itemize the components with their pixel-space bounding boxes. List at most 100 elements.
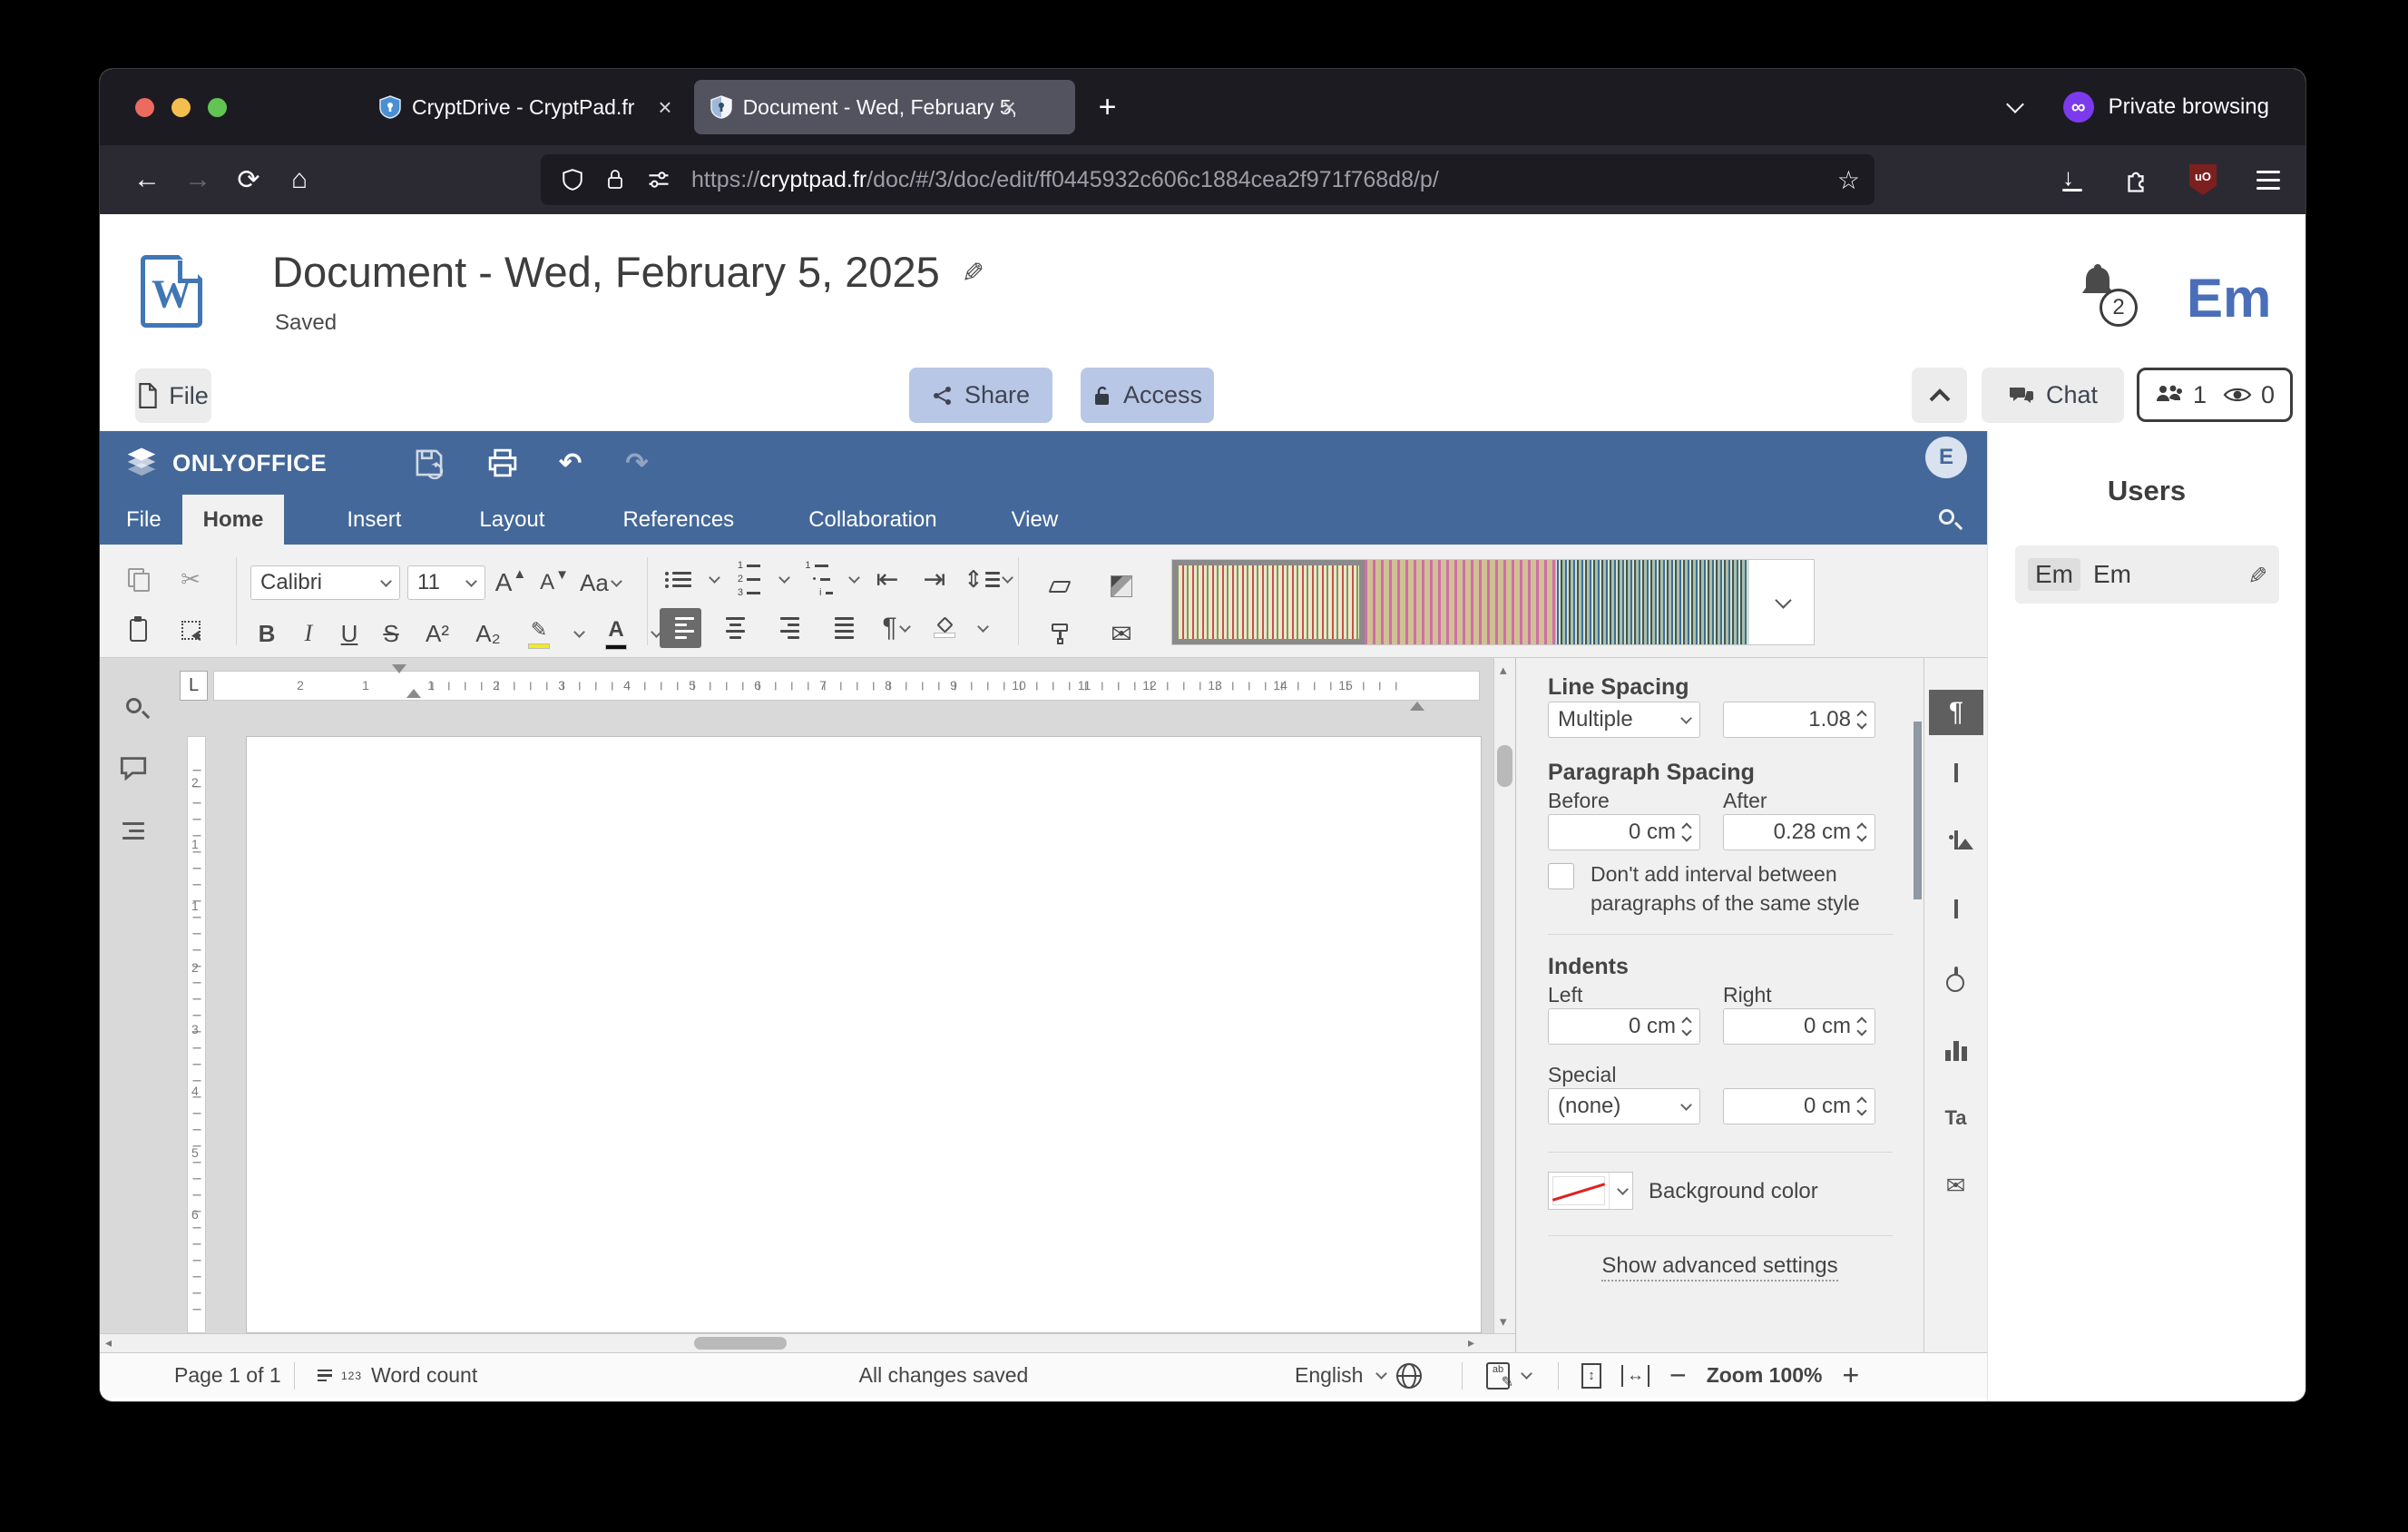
menu-tab-insert[interactable]: Insert <box>326 495 422 545</box>
text-art-settings-tab[interactable]: Ta <box>1944 1106 1966 1130</box>
file-menu-button[interactable]: File <box>135 368 211 423</box>
url-bar[interactable]: https://cryptpad.fr/doc/#/3/doc/edit/ff0… <box>541 154 1875 205</box>
shading-button[interactable] <box>926 608 963 648</box>
font-color-button[interactable]: A <box>598 614 634 653</box>
justify-button[interactable] <box>823 608 865 648</box>
vertical-ruler[interactable]: 21123456 <box>187 736 206 1333</box>
forward-button[interactable]: → <box>172 164 223 195</box>
user-avatar-badge[interactable]: E <box>1925 437 1967 478</box>
shading-dropdown[interactable] <box>977 621 989 633</box>
shape-settings-tab[interactable] <box>1954 968 1958 985</box>
numbered-list-button[interactable]: 123 <box>729 559 766 599</box>
menu-tab-view[interactable]: View <box>991 495 1080 545</box>
page-indicator[interactable]: Page 1 of 1 <box>174 1353 281 1398</box>
comments-icon[interactable] <box>120 755 147 781</box>
zoom-out-button[interactable]: − <box>1669 1359 1687 1392</box>
vertical-scrollbar[interactable]: ▴ ▾ <box>1493 658 1515 1333</box>
document-page[interactable] <box>246 736 1482 1333</box>
align-center-button[interactable] <box>714 608 756 648</box>
scroll-left-icon[interactable]: ◂ <box>105 1335 112 1350</box>
horizontal-scrollbar[interactable]: ◂ ▸ <box>100 1333 1515 1352</box>
menu-tab-home[interactable]: Home <box>182 495 285 545</box>
permissions-sliders-icon[interactable] <box>646 167 671 192</box>
special-amount-spinner[interactable]: 0 cm <box>1723 1088 1875 1124</box>
user-list-item[interactable]: Em Em ✎ <box>2015 545 2279 604</box>
scroll-down-icon[interactable]: ▾ <box>1500 1313 1507 1330</box>
spellcheck-button[interactable]: ab <box>1486 1353 1531 1398</box>
search-icon[interactable] <box>1939 509 1954 525</box>
collapse-toolbar-button[interactable] <box>1912 368 1967 423</box>
menu-tab-references[interactable]: References <box>602 495 755 545</box>
header-footer-settings-tab[interactable] <box>1954 901 1958 918</box>
access-button[interactable]: Access <box>1081 368 1214 423</box>
url-text[interactable]: https://cryptpad.fr/doc/#/3/doc/edit/ff0… <box>691 167 1439 193</box>
horizontal-ruler[interactable]: 21123456789101112131415 <box>213 671 1480 701</box>
mail-merge-button[interactable]: ✉ <box>1103 614 1140 653</box>
clear-style-button[interactable] <box>1042 566 1078 606</box>
close-window-button[interactable] <box>135 98 154 117</box>
home-button[interactable]: ⌂ <box>274 164 325 195</box>
list-all-tabs-icon[interactable] <box>2006 95 2024 113</box>
line-spacing-button[interactable]: ⇕ <box>964 559 1012 599</box>
line-spacing-amount-spinner[interactable]: 1.08 <box>1723 702 1875 738</box>
scroll-up-icon[interactable]: ▴ <box>1500 662 1507 678</box>
word-count-button[interactable]: 123 Word count <box>318 1353 477 1398</box>
multilevel-list-dropdown[interactable] <box>848 572 860 584</box>
superscript-button[interactable]: A² <box>419 614 455 653</box>
chat-button[interactable]: Chat <box>1982 368 2124 423</box>
notifications-bell[interactable]: 2 <box>2076 260 2119 305</box>
line-spacing-select[interactable]: Multiple <box>1548 702 1700 738</box>
downloads-icon[interactable]: ↓ <box>2062 168 2082 192</box>
right-indent-marker[interactable] <box>1410 686 1424 702</box>
bookmark-star-icon[interactable]: ☆ <box>1837 165 1860 195</box>
paste-button[interactable] <box>120 610 156 650</box>
minimize-window-button[interactable] <box>171 98 191 117</box>
presence-indicator[interactable]: 1 0 <box>2137 368 2293 422</box>
lock-icon[interactable] <box>604 167 626 192</box>
rename-pencil-icon[interactable]: ✎ <box>955 260 987 283</box>
language-selector[interactable]: English <box>1295 1353 1422 1398</box>
tab-close-icon[interactable]: × <box>658 93 671 122</box>
zoom-in-button[interactable]: + <box>1843 1359 1860 1392</box>
select-all-button[interactable] <box>172 610 209 650</box>
style-preview-no-spacing[interactable] <box>1365 560 1557 644</box>
find-icon[interactable] <box>126 698 142 713</box>
menu-tab-collaboration[interactable]: Collaboration <box>788 495 957 545</box>
styles-gallery-expand-button[interactable] <box>1749 560 1814 644</box>
fit-width-button[interactable]: ↔ <box>1621 1365 1649 1387</box>
highlight-color-dropdown[interactable] <box>573 626 585 638</box>
interval-checkbox[interactable] <box>1548 863 1574 889</box>
chart-settings-tab[interactable] <box>1945 1039 1967 1061</box>
show-advanced-settings-link[interactable]: Show advanced settings <box>1516 1253 1923 1279</box>
fit-page-button[interactable]: ↕ <box>1581 1363 1601 1389</box>
back-button[interactable]: ← <box>122 164 172 195</box>
style-preview-heading[interactable] <box>1557 560 1749 644</box>
tab-stop-selector[interactable]: L <box>180 671 208 701</box>
redo-icon[interactable]: ↷ <box>625 447 648 479</box>
undo-icon[interactable]: ↶ <box>559 447 582 479</box>
increase-indent-button[interactable]: ⇥ <box>916 559 953 599</box>
highlight-color-button[interactable]: ✎ <box>521 614 557 653</box>
numbered-list-dropdown[interactable] <box>778 572 790 584</box>
spacing-after-spinner[interactable]: 0.28 cm <box>1723 814 1875 850</box>
style-preview-normal[interactable] <box>1172 560 1365 644</box>
background-color-picker[interactable] <box>1548 1172 1633 1210</box>
panel-scroll-thumb[interactable] <box>1914 722 1922 899</box>
paragraph-settings-tab[interactable]: ¶ <box>1929 690 1983 735</box>
indent-right-spinner[interactable]: 0 cm <box>1723 1008 1875 1045</box>
reload-button[interactable]: ⟳ <box>223 164 274 196</box>
align-left-button[interactable] <box>660 608 701 648</box>
italic-button[interactable]: I <box>296 614 321 653</box>
font-size-select[interactable]: 11 <box>407 565 485 600</box>
share-button[interactable]: Share <box>909 368 1052 423</box>
copy-button[interactable] <box>120 559 156 599</box>
maximize-window-button[interactable] <box>208 98 227 117</box>
copy-style-button[interactable] <box>1042 614 1078 653</box>
decrease-indent-button[interactable]: ⇤ <box>869 559 905 599</box>
menu-tab-file[interactable]: File <box>105 495 182 545</box>
table-shading-button[interactable] <box>1103 566 1140 606</box>
change-case-button[interactable]: Aa <box>580 563 621 603</box>
print-icon[interactable] <box>486 447 519 478</box>
bullet-list-button[interactable] <box>660 559 696 599</box>
menu-hamburger-icon[interactable] <box>2256 171 2280 190</box>
